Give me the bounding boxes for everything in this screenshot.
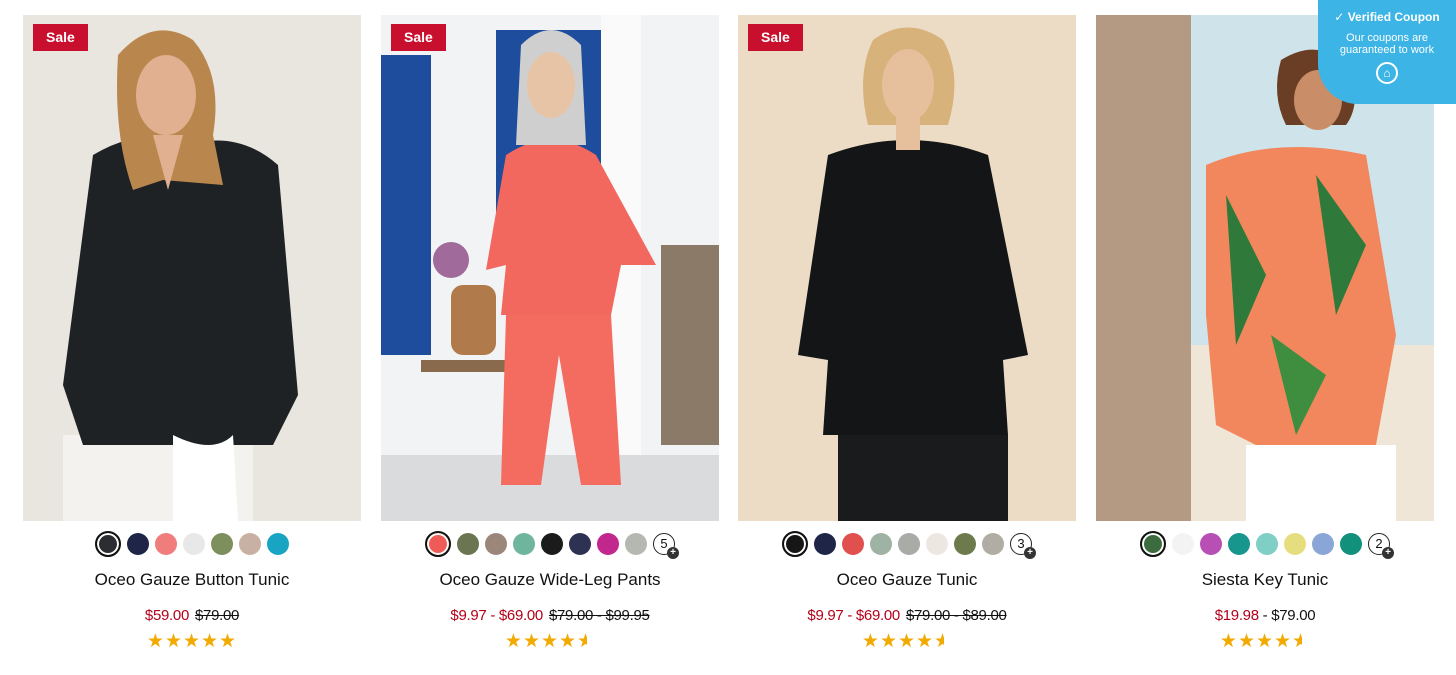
color-swatch[interactable] [926,533,948,555]
sale-price: $9.97 - $69.00 [807,607,900,624]
color-swatch[interactable] [457,533,479,555]
color-swatch[interactable] [814,533,836,555]
badge-icon[interactable]: ⌂ [1376,62,1398,84]
color-swatch[interactable] [1200,533,1222,555]
color-swatch[interactable] [1284,533,1306,555]
color-swatch[interactable] [898,533,920,555]
product-price: $9.97 - $69.00 $79.00 - $89.00 [738,607,1076,624]
color-swatch[interactable] [782,531,808,557]
product-photo-illustration [23,15,361,521]
price-separator: - [1258,607,1272,624]
color-swatch[interactable] [625,533,647,555]
coupon-subtitle: Our coupons are guaranteed to work [1318,32,1456,56]
color-swatch[interactable] [1340,533,1362,555]
original-price: $79.00 - $89.00 [905,607,1007,624]
original-price: $79.00 [195,607,240,624]
color-swatch[interactable] [267,533,289,555]
coupon-line-1: Our coupons are [1346,32,1428,44]
color-swatch[interactable] [870,533,892,555]
product-card[interactable]: 2 + Siesta Key Tunic $19.98 - $79.00 ★★★★… [1096,15,1434,653]
color-swatch[interactable] [95,531,121,557]
color-swatch[interactable] [982,533,1004,555]
color-swatches [23,531,361,557]
check-icon: ✓ [1334,10,1345,24]
more-colors-button[interactable]: 3 + [1010,533,1036,559]
product-grid: Sale Oceo Gauze Button Tunic $59.00 $79.0… [0,0,1456,675]
sale-badge: Sale [33,24,88,51]
product-photo-illustration [381,15,719,521]
product-image[interactable]: Sale [381,15,719,521]
color-swatch[interactable] [485,533,507,555]
more-colors-button[interactable]: 5 + [653,533,679,559]
color-swatch[interactable] [597,533,619,555]
color-swatch[interactable] [211,533,233,555]
sale-price: $59.00 [144,607,189,624]
color-swatch[interactable] [127,533,149,555]
more-colors-count: 3 [1017,536,1025,551]
color-swatches: 2 + [1096,531,1434,559]
plus-icon: + [667,547,679,559]
coupon-title-row: ✓ Verified Coupon [1318,10,1456,24]
color-swatch[interactable] [842,533,864,555]
product-card[interactable]: Sale 5 + Oceo Gauze Wide-Leg Pants $9.97 … [381,15,719,653]
plus-icon: + [1024,547,1036,559]
color-swatches: 3 + [738,531,1076,559]
more-colors-count: 5 [660,536,668,551]
sale-badge: Sale [391,24,446,51]
product-image[interactable]: Sale [738,15,1076,521]
product-price: $19.98 - $79.00 [1096,607,1434,624]
color-swatch[interactable] [1256,533,1278,555]
color-swatch[interactable] [155,533,177,555]
sale-price: $19.98 [1214,607,1259,624]
more-colors-button[interactable]: 2 + [1368,533,1394,559]
color-swatch[interactable] [425,531,451,557]
product-price: $59.00 $79.00 [23,607,361,624]
product-name[interactable]: Oceo Gauze Tunic [738,570,1076,590]
product-image[interactable]: Sale [23,15,361,521]
color-swatch[interactable] [541,533,563,555]
star-rating: ★★★★★ [146,631,238,652]
plus-icon: + [1382,547,1394,559]
color-swatch[interactable] [1172,533,1194,555]
star-rating: ★★★★★ [861,631,953,652]
verified-coupon-badge[interactable]: ✓ Verified Coupon Our coupons are guarant… [1318,0,1456,104]
coupon-title: Verified Coupon [1347,10,1440,24]
color-swatch[interactable] [183,533,205,555]
star-rating: ★★★★★ [504,631,596,652]
color-swatch[interactable] [1312,533,1334,555]
color-swatch[interactable] [569,533,591,555]
color-swatch[interactable] [1140,531,1166,557]
product-photo-illustration [738,15,1076,521]
color-swatch[interactable] [513,533,535,555]
product-name[interactable]: Oceo Gauze Wide-Leg Pants [381,570,719,590]
product-name[interactable]: Siesta Key Tunic [1096,570,1434,590]
color-swatch[interactable] [1228,533,1250,555]
product-card[interactable]: Sale Oceo Gauze Button Tunic $59.00 $79.0… [23,15,361,653]
color-swatch[interactable] [954,533,976,555]
original-price: $79.00 - $99.95 [548,607,650,624]
product-card[interactable]: Sale 3 + Oceo Gauze Tunic $9.97 - $69.00 $… [738,15,1076,653]
more-colors-count: 2 [1375,536,1383,551]
color-swatch[interactable] [239,533,261,555]
product-name[interactable]: Oceo Gauze Button Tunic [23,570,361,590]
product-price: $9.97 - $69.00 $79.00 - $99.95 [381,607,719,624]
star-rating: ★★★★★ [1219,631,1311,652]
current-price: $79.00 [1271,607,1316,624]
coupon-line-2: guaranteed to work [1339,44,1435,56]
color-swatches: 5 + [381,531,719,559]
sale-price: $9.97 - $69.00 [450,607,543,624]
sale-badge: Sale [748,24,803,51]
